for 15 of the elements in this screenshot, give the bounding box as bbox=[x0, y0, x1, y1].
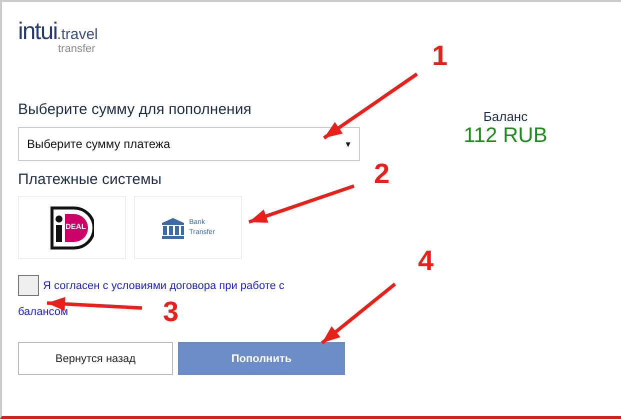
annotation-number: 4 bbox=[418, 247, 434, 275]
payment-systems-heading: Платежные системы bbox=[18, 171, 163, 188]
amount-heading: Выберите сумму для пополнения bbox=[18, 101, 252, 118]
balance-label: Баланс bbox=[482, 109, 529, 124]
annotation-number: 3 bbox=[163, 298, 179, 326]
agreement-link[interactable]: Я согласен с условиями договора при работе с bbox=[43, 280, 284, 292]
balance-amount: 112 RUB bbox=[462, 124, 548, 148]
annotation-number: 2 bbox=[374, 160, 390, 188]
agreement-checkbox[interactable] bbox=[18, 275, 39, 296]
logo: intui.travel transfer bbox=[18, 20, 98, 55]
back-button[interactable]: Вернутся назад bbox=[18, 342, 173, 375]
bank-icon bbox=[161, 216, 186, 238]
agreement-link[interactable]: балансом bbox=[18, 306, 68, 318]
amount-select[interactable]: Выберите сумму платежа ▼ bbox=[18, 127, 360, 161]
annotation-number: 1 bbox=[432, 42, 448, 70]
